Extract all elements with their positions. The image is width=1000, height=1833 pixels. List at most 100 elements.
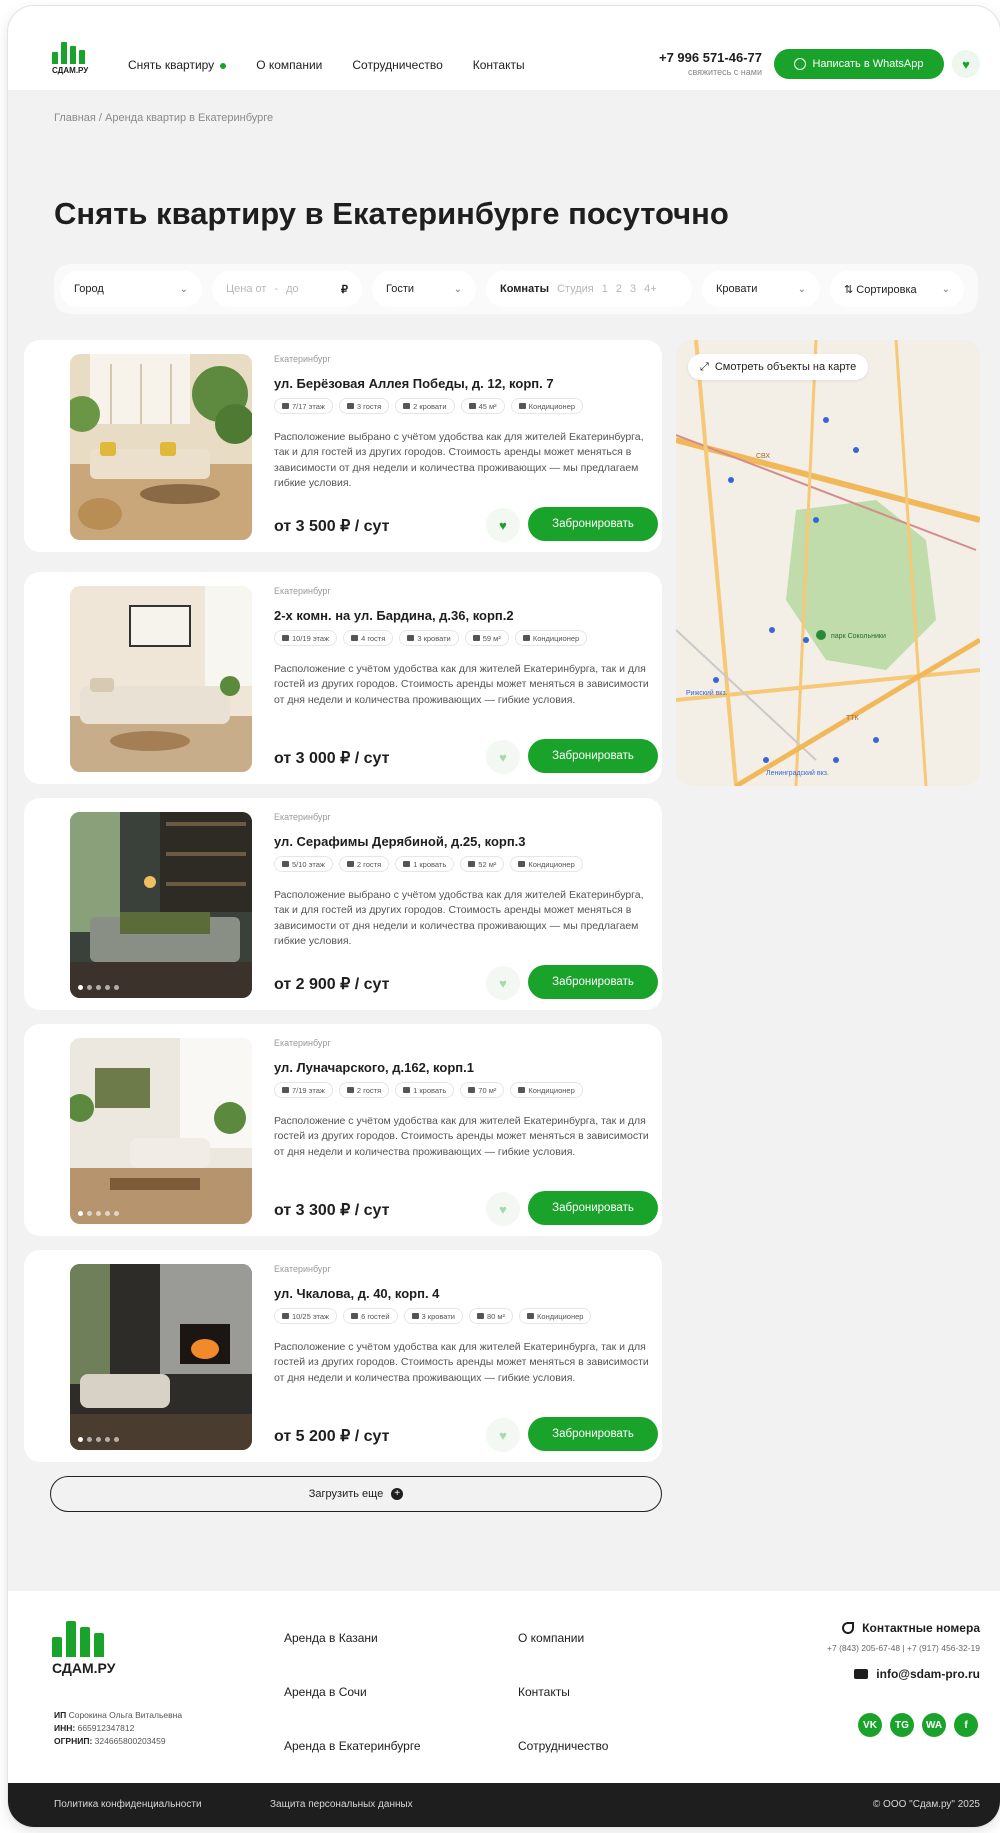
- facebook-icon[interactable]: f: [954, 1713, 978, 1737]
- footer-contacts: Контактные номера +7 (843) 205-67-48 | +…: [827, 1621, 980, 1681]
- guests-icon: [346, 861, 354, 867]
- listing-city: Екатеринбург: [274, 1038, 331, 1048]
- favorite-button[interactable]: ♥: [486, 740, 520, 774]
- load-more-button[interactable]: Загрузить еще +: [50, 1476, 662, 1512]
- logo-house-icon: [52, 1621, 115, 1657]
- whatsapp-icon[interactable]: WA: [922, 1713, 946, 1737]
- chip-beds: 2 кровати: [395, 398, 455, 414]
- map-label-rizhsky: Рижский вкз.: [686, 689, 728, 697]
- listing-price: от 5 200 ₽ / сут: [274, 1428, 390, 1445]
- chip-floor: 5/10 этаж: [274, 856, 333, 872]
- listing-price: от 3 300 ₽ / сут: [274, 1202, 390, 1219]
- chip-guests: 2 гостя: [338, 856, 390, 872]
- footer-link-kazan[interactable]: Аренда в Казани: [284, 1631, 421, 1645]
- fireplace-room-photo: [70, 1264, 252, 1450]
- area-icon: [468, 403, 476, 409]
- footer-phones[interactable]: +7 (843) 205-67-48 | +7 (917) 456-32-19: [827, 1643, 980, 1653]
- book-button[interactable]: Забронировать: [528, 739, 658, 773]
- footer-link-sochi[interactable]: Аренда в Сочи: [284, 1685, 421, 1699]
- footer-link-contacts[interactable]: Контакты: [518, 1685, 608, 1699]
- expand-icon: ⤢: [700, 360, 709, 373]
- favorite-button[interactable]: ♥: [486, 1418, 520, 1452]
- favorites-button[interactable]: ♥: [952, 50, 980, 78]
- rooms-option-2[interactable]: 2: [616, 283, 622, 295]
- rooms-option-4plus[interactable]: 4+: [644, 283, 657, 295]
- favorite-button[interactable]: ♥: [486, 1192, 520, 1226]
- guests-filter[interactable]: Гости ⌄: [372, 271, 476, 307]
- footer-link-partnership[interactable]: Сотрудничество: [518, 1739, 608, 1753]
- footer-email[interactable]: info@sdam-pro.ru: [876, 1667, 980, 1681]
- vk-icon[interactable]: VK: [858, 1713, 882, 1737]
- price-from-input[interactable]: Цена от: [226, 283, 266, 295]
- listing-address[interactable]: ул. Чкалова, д. 40, корп. 4: [274, 1286, 439, 1301]
- listing-photo[interactable]: [70, 354, 252, 540]
- footer-logo[interactable]: СДАМ.РУ: [52, 1621, 115, 1676]
- photo-carousel-dots[interactable]: [78, 1211, 119, 1216]
- book-button[interactable]: Забронировать: [528, 1417, 658, 1451]
- listing-photo[interactable]: [70, 1038, 252, 1224]
- beds-filter[interactable]: Кровати ⌄: [702, 271, 820, 307]
- currency-label: ₽: [341, 283, 348, 296]
- telegram-icon[interactable]: TG: [890, 1713, 914, 1737]
- listing-card[interactable]: Екатеринбург ул. Чкалова, д. 40, корп. 4…: [24, 1250, 662, 1462]
- view-on-map-button[interactable]: ⤢ Смотреть объекты на карте: [688, 354, 869, 380]
- city-filter[interactable]: Город ⌄: [60, 271, 202, 307]
- phone-number[interactable]: +7 996 571-46-77: [648, 50, 762, 65]
- nav-rent[interactable]: Снять квартиру: [128, 58, 227, 72]
- listing-address[interactable]: ул. Берёзовая Аллея Победы, д. 12, корп.…: [274, 376, 554, 391]
- listing-address[interactable]: 2-х комн. на ул. Бардина, д.36, корп.2: [274, 608, 514, 623]
- listing-card[interactable]: Екатеринбург 2-х комн. на ул. Бардина, д…: [24, 572, 662, 784]
- nav-contacts[interactable]: Контакты: [473, 58, 525, 72]
- nav-about[interactable]: О компании: [256, 58, 322, 72]
- map-widget[interactable]: парк Сокольники Рижский вкз. Ленинградск…: [676, 340, 980, 786]
- listing-card[interactable]: Екатеринбург ул. Берёзовая Аллея Победы,…: [24, 340, 662, 552]
- chip-floor: 7/17 этаж: [274, 398, 333, 414]
- guests-icon: [351, 635, 359, 641]
- favorite-button[interactable]: ♥: [486, 508, 520, 542]
- chevron-down-icon: ⌄: [453, 283, 462, 295]
- social-links: VK TG WA f: [858, 1713, 978, 1737]
- book-button[interactable]: Забронировать: [528, 507, 658, 541]
- data-protection-link[interactable]: Защита персональных данных: [270, 1799, 413, 1810]
- listing-photo[interactable]: [70, 1264, 252, 1450]
- whatsapp-button[interactable]: Написать в WhatsApp: [774, 49, 944, 79]
- chip-floor: 10/25 этаж: [274, 1308, 338, 1324]
- listing-card[interactable]: Екатеринбург ул. Луначарского, д.162, ко…: [24, 1024, 662, 1236]
- photo-carousel-dots[interactable]: [78, 985, 119, 990]
- footer-link-about[interactable]: О компании: [518, 1631, 608, 1645]
- chip-area: 59 м²: [464, 630, 509, 646]
- chip-ac: Кондиционер: [519, 1308, 592, 1324]
- listing-description: Расположение с учётом удобства как для ж…: [274, 663, 649, 706]
- footer-links-cities: Аренда в Казани Аренда в Сочи Аренда в Е…: [284, 1631, 421, 1753]
- bed-icon: [407, 635, 415, 641]
- chip-guests: 2 гостя: [338, 1082, 390, 1098]
- dropdown-dot-icon: [220, 62, 227, 69]
- listing-photo[interactable]: [70, 586, 252, 772]
- book-button[interactable]: Забронировать: [528, 965, 658, 999]
- listing-address[interactable]: ул. Серафимы Дерябиной, д.25, корп.3: [274, 834, 526, 849]
- listing-photo[interactable]: [70, 812, 252, 998]
- footer-link-ekaterinburg[interactable]: Аренда в Екатеринбурге: [284, 1739, 421, 1753]
- rooms-option-1[interactable]: 1: [602, 283, 608, 295]
- heart-icon: ♥: [499, 1427, 507, 1443]
- listing-card[interactable]: Екатеринбург ул. Серафимы Дерябиной, д.2…: [24, 798, 662, 1010]
- plus-icon: +: [391, 1488, 404, 1500]
- favorite-button[interactable]: ♥: [486, 966, 520, 1000]
- rooms-option-3[interactable]: 3: [630, 283, 636, 295]
- breadcrumb[interactable]: Главная / Аренда квартир в Екатеринбурге: [54, 112, 273, 124]
- listing-address[interactable]: ул. Луначарского, д.162, корп.1: [274, 1060, 474, 1075]
- price-filter[interactable]: Цена от - до ₽: [212, 271, 362, 307]
- privacy-link[interactable]: Политика конфиденциальности: [54, 1799, 202, 1810]
- price-to-input[interactable]: до: [286, 283, 299, 295]
- photo-carousel-dots[interactable]: [78, 1437, 119, 1442]
- listing-description: Расположение с учётом удобства как для ж…: [274, 1115, 649, 1158]
- main-nav: Снять квартиру О компании Сотрудничество…: [128, 58, 525, 72]
- header-phone[interactable]: +7 996 571-46-77 свяжитесь с нами: [648, 50, 762, 77]
- sort-dropdown[interactable]: ⇅ Сортировка ⌄: [830, 271, 964, 307]
- book-button[interactable]: Забронировать: [528, 1191, 658, 1225]
- site-logo[interactable]: СДАМ.РУ: [52, 42, 92, 75]
- rooms-option-studio[interactable]: Студия: [557, 283, 594, 295]
- listing-features: 7/19 этаж 2 гостя 1 кровать 70 м² Кондиц…: [274, 1082, 583, 1098]
- air-conditioner-icon: [518, 1087, 526, 1093]
- nav-partnership[interactable]: Сотрудничество: [352, 58, 442, 72]
